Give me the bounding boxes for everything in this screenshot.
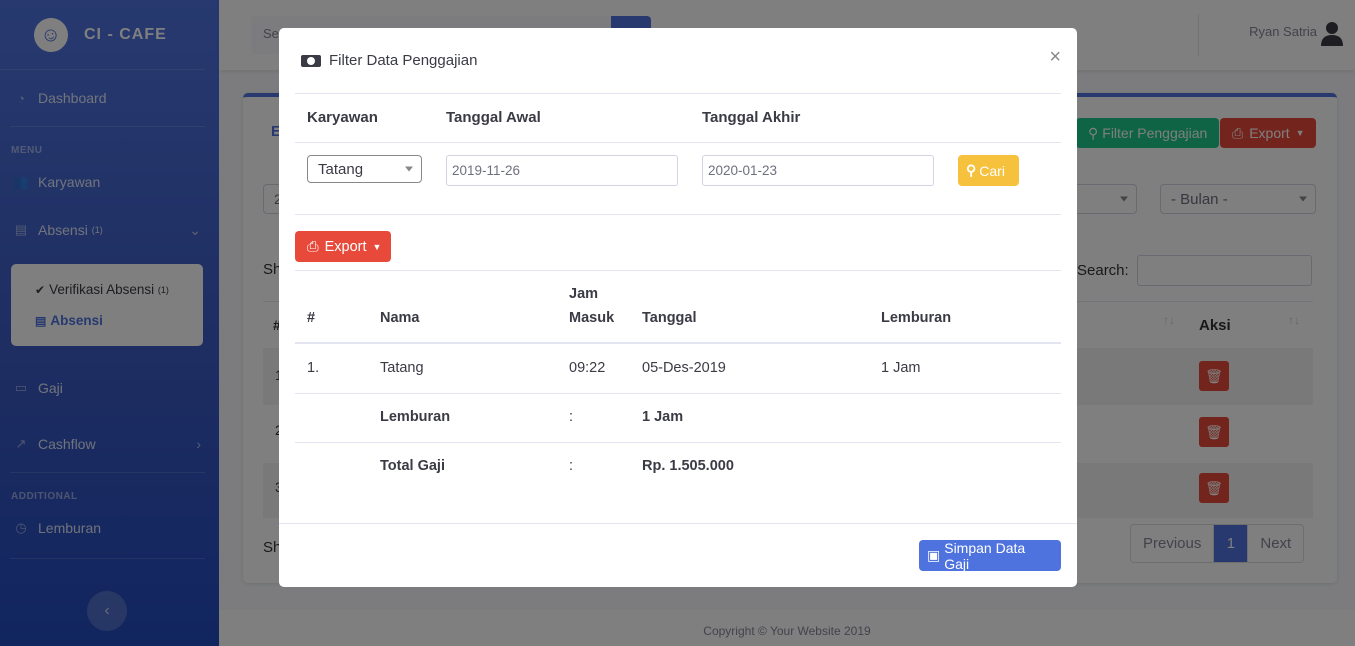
table-header-divider	[295, 342, 1061, 344]
col-header-jam: Jam	[569, 286, 599, 302]
button-label: Cari	[979, 162, 1005, 179]
summary-lembur-label: Lemburan	[380, 409, 451, 425]
tanggal-awal-input[interactable]: 2019-11-26	[446, 155, 678, 186]
col-header-masuk: Masuk	[569, 310, 615, 326]
summary-total-value: Rp. 1.505.000	[642, 458, 734, 474]
print-icon: ⎙	[307, 238, 319, 255]
money-bill-icon	[301, 54, 321, 67]
row-lemburan: 1 Jam	[881, 360, 921, 376]
button-label: Export	[324, 238, 367, 255]
col-header-lemburan: Lemburan	[881, 310, 952, 326]
divider	[295, 142, 1061, 143]
divider	[295, 214, 1061, 215]
select-value: Tatang	[318, 160, 364, 178]
filter-modal: Filter Data Penggajian × Karyawan Tangga…	[279, 28, 1077, 587]
row-tanggal: 05-Des-2019	[642, 360, 726, 376]
row-nama: Tatang	[380, 360, 424, 376]
close-button[interactable]: ×	[1049, 46, 1061, 69]
divider	[295, 442, 1061, 443]
col-header-no: #	[307, 310, 316, 326]
divider	[295, 393, 1061, 394]
search-icon: ⚲	[966, 162, 977, 178]
tanggal-akhir-label: Tanggal Akhir	[702, 109, 801, 126]
row-jam-masuk: 09:22	[569, 360, 606, 376]
summary-lembur-value: 1 Jam	[642, 409, 684, 425]
cari-button[interactable]: ⚲ Cari	[958, 155, 1019, 186]
col-header-nama: Nama	[380, 310, 420, 326]
export-button[interactable]: ⎙ Export ▼	[295, 231, 391, 262]
tanggal-akhir-input[interactable]: 2020-01-23	[702, 155, 934, 186]
summary-separator: :	[569, 458, 574, 474]
simpan-data-gaji-button[interactable]: ▣ Simpan Data Gaji	[919, 539, 1061, 572]
button-label: Simpan Data Gaji	[944, 539, 1026, 572]
karyawan-select[interactable]: Tatang	[307, 155, 422, 183]
modal-footer-divider	[279, 523, 1077, 524]
modal-title: Filter Data Penggajian	[329, 52, 478, 69]
save-icon: ▣	[927, 547, 941, 563]
modal-header: Filter Data Penggajian	[295, 28, 1061, 94]
row-no: 1.	[307, 360, 320, 376]
summary-separator: :	[569, 409, 574, 425]
caret-down-icon	[405, 166, 413, 172]
karyawan-label: Karyawan	[307, 109, 378, 126]
tanggal-awal-label: Tanggal Awal	[446, 109, 541, 126]
col-header-tanggal: Tanggal	[642, 310, 697, 326]
summary-total-label: Total Gaji	[380, 458, 445, 474]
divider	[295, 270, 1061, 271]
caret-down-icon: ▼	[372, 241, 382, 252]
